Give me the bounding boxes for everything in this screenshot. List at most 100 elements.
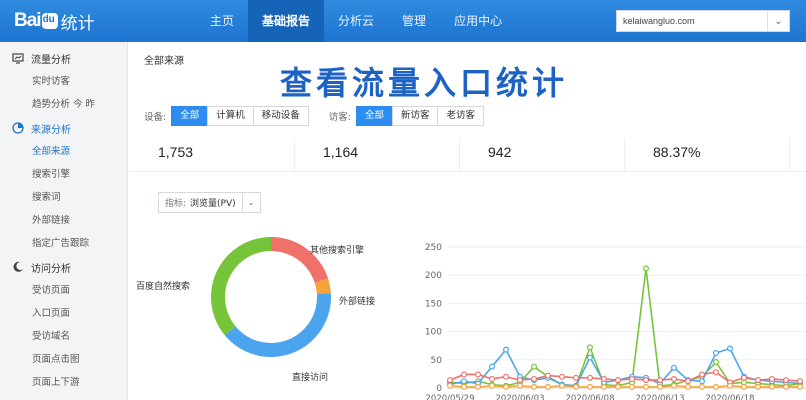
data-point[interactable]: [698, 383, 705, 390]
donut-slice[interactable]: [271, 237, 329, 283]
sidebar-item-up-downstream[interactable]: 页面上下游: [0, 371, 127, 394]
sidebar-item-visited-domains[interactable]: 受访域名: [0, 325, 127, 348]
data-point[interactable]: [517, 382, 524, 389]
data-point[interactable]: [768, 383, 775, 390]
data-point[interactable]: [726, 382, 733, 389]
data-point[interactable]: [642, 377, 649, 384]
data-point[interactable]: [768, 375, 775, 382]
data-point[interactable]: [740, 374, 747, 381]
data-point[interactable]: [670, 364, 677, 371]
data-point[interactable]: [642, 265, 649, 272]
data-point[interactable]: [461, 383, 468, 390]
data-point[interactable]: [489, 382, 496, 389]
sidebar-item-search-words[interactable]: 搜索词: [0, 186, 127, 209]
data-point[interactable]: [447, 377, 454, 384]
data-point[interactable]: [656, 383, 663, 390]
data-point[interactable]: [782, 377, 789, 384]
data-point[interactable]: [754, 383, 761, 390]
chevron-down-icon[interactable]: ⌄: [767, 11, 789, 31]
data-point[interactable]: [754, 377, 761, 384]
nav-analysis-cloud[interactable]: 分析云: [324, 0, 388, 42]
data-point[interactable]: [629, 383, 636, 390]
data-point[interactable]: [796, 378, 803, 385]
data-point[interactable]: [670, 375, 677, 382]
data-point[interactable]: [740, 383, 747, 390]
sidebar-item-realtime[interactable]: 实时访客: [0, 70, 127, 93]
data-point[interactable]: [475, 371, 482, 378]
data-point[interactable]: [698, 371, 705, 378]
sidebar-group-source[interactable]: 来源分析: [0, 116, 127, 140]
data-point[interactable]: [684, 383, 691, 390]
data-point[interactable]: [489, 375, 496, 382]
y-tick-label: 100: [425, 328, 442, 338]
baidu-tongji-logo[interactable]: Bai 统计: [14, 9, 95, 34]
site-select[interactable]: kelaiwangluo.com ⌄: [616, 10, 790, 32]
data-point[interactable]: [796, 383, 803, 390]
donut-slice[interactable]: [210, 237, 271, 336]
monitor-icon: [12, 52, 24, 64]
paw-icon: [41, 13, 58, 29]
nav-basic-report[interactable]: 基础报告: [248, 0, 325, 42]
sidebar-item-click-map[interactable]: 页面点击图: [0, 348, 127, 371]
sidebar-group-traffic[interactable]: 流量分析: [0, 46, 127, 70]
y-tick-label: 250: [425, 243, 442, 253]
nav-home[interactable]: 主页: [196, 0, 248, 42]
top-navigation-bar: Bai 统计 主页 基础报告 分析云 管理 应用中心 kelaiwangluo.…: [0, 0, 806, 42]
data-point[interactable]: [587, 383, 594, 390]
data-point[interactable]: [573, 383, 580, 390]
data-point[interactable]: [531, 375, 538, 382]
data-point[interactable]: [670, 382, 677, 389]
data-point[interactable]: [559, 382, 566, 389]
site-select-value: kelaiwangluo.com: [623, 16, 695, 26]
y-tick-label: 150: [425, 299, 442, 309]
data-point[interactable]: [782, 383, 789, 390]
data-point[interactable]: [712, 359, 719, 366]
data-point[interactable]: [489, 363, 496, 370]
sidebar-item-visited-pages[interactable]: 受访页面: [0, 279, 127, 302]
data-point[interactable]: [587, 354, 594, 361]
data-point[interactable]: [587, 344, 594, 351]
donut-slice-label: 外部链接: [339, 295, 375, 307]
nav-manage[interactable]: 管理: [388, 0, 440, 42]
data-point[interactable]: [587, 374, 594, 381]
sidebar-group-visit[interactable]: 访问分析: [0, 255, 127, 279]
data-point[interactable]: [601, 383, 608, 390]
data-point[interactable]: [503, 373, 510, 380]
data-point[interactable]: [642, 383, 649, 390]
data-point[interactable]: [475, 383, 482, 390]
data-point[interactable]: [545, 383, 552, 390]
data-point[interactable]: [726, 345, 733, 352]
data-point[interactable]: [615, 377, 622, 384]
series-line: [449, 384, 800, 388]
data-point[interactable]: [447, 382, 454, 389]
data-point[interactable]: [712, 350, 719, 357]
data-point[interactable]: [573, 374, 580, 381]
data-point[interactable]: [545, 372, 552, 379]
data-point[interactable]: [615, 383, 622, 390]
sidebar-item-entry-pages[interactable]: 入口页面: [0, 302, 127, 325]
data-point[interactable]: [629, 375, 636, 382]
data-point[interactable]: [531, 383, 538, 390]
sidebar-item-ad-tracking[interactable]: 指定广告跟踪: [0, 232, 127, 255]
data-point[interactable]: [712, 383, 719, 390]
sidebar-item-all-sources[interactable]: 全部来源: [0, 140, 127, 163]
data-point[interactable]: [559, 373, 566, 380]
nav-app-center[interactable]: 应用中心: [440, 0, 516, 42]
data-point[interactable]: [712, 369, 719, 376]
data-point[interactable]: [601, 375, 608, 382]
data-point[interactable]: [503, 346, 510, 353]
data-point[interactable]: [684, 378, 691, 385]
sidebar-item-trend[interactable]: 趋势分析 今 昨: [0, 93, 127, 116]
data-point[interactable]: [656, 377, 663, 384]
data-point[interactable]: [698, 378, 705, 385]
pie-icon: [12, 122, 24, 134]
data-point[interactable]: [461, 378, 468, 385]
sidebar-item-external-links[interactable]: 外部链接: [0, 209, 127, 232]
data-point[interactable]: [503, 383, 510, 390]
x-tick-label: 2020/05/29: [426, 394, 475, 400]
donut-slice[interactable]: [224, 293, 331, 358]
data-point[interactable]: [531, 363, 538, 370]
data-point[interactable]: [517, 377, 524, 384]
data-point[interactable]: [461, 371, 468, 378]
sidebar-item-search-engine[interactable]: 搜索引擎: [0, 163, 127, 186]
